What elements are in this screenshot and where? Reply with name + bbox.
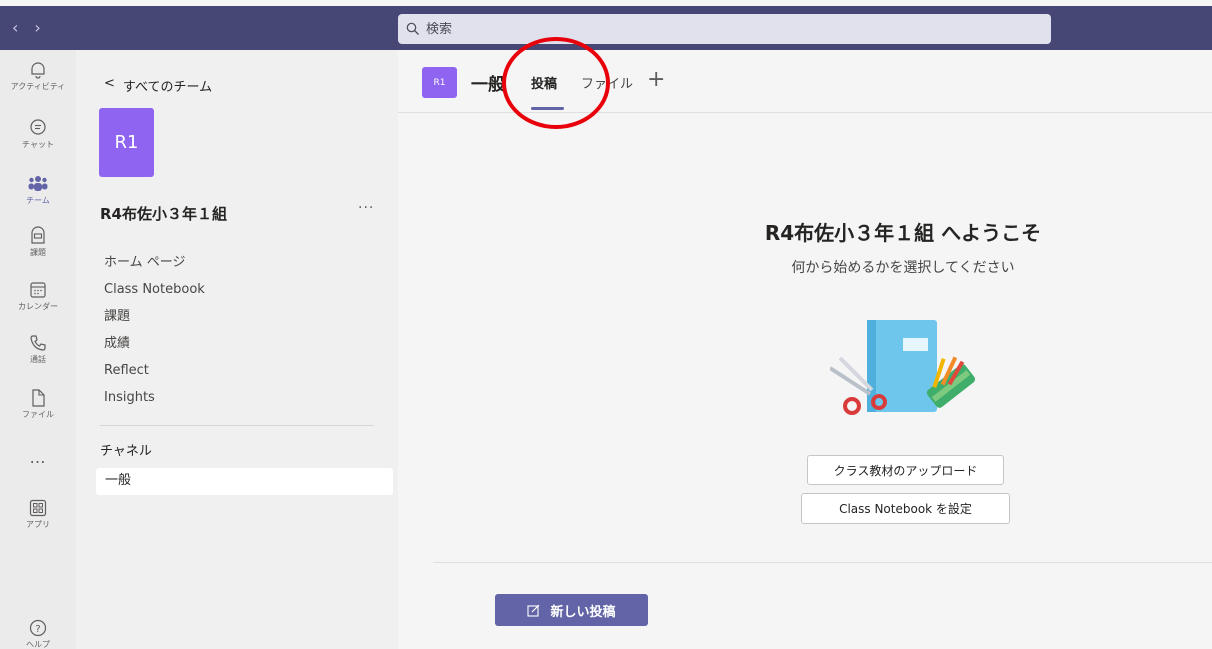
channel-item-general[interactable]: 一般 xyxy=(96,468,393,495)
file-icon xyxy=(32,389,45,407)
back-arrow-icon[interactable]: ‹ xyxy=(12,18,18,37)
divider xyxy=(433,562,1212,563)
rail-label: 通話 xyxy=(30,355,46,364)
more-icon: … xyxy=(29,448,47,467)
upload-materials-button[interactable]: クラス教材のアップロード xyxy=(807,455,1004,485)
history-nav: ‹ › xyxy=(12,18,41,37)
rail-item-apps[interactable]: アプリ xyxy=(0,498,76,530)
menu-item-assignments[interactable]: 課題 xyxy=(104,307,205,334)
welcome-subtitle: 何から始めるかを選択してください xyxy=(791,260,1015,276)
divider xyxy=(100,425,374,426)
rail-label: ファイル xyxy=(22,410,54,419)
rail-item-chat[interactable]: チャット xyxy=(0,118,76,150)
team-name: R4布佐小３年１組 xyxy=(100,205,227,223)
menu-item-reflect[interactable]: Reflect xyxy=(104,361,205,388)
rail-label: アクティビティ xyxy=(10,82,66,91)
bell-icon xyxy=(31,62,45,79)
title-bar: ‹ › xyxy=(0,6,1212,50)
channel-header: R1 一般 投稿 ファイル + xyxy=(398,37,1212,129)
team-more-options-icon[interactable]: ··· xyxy=(358,200,374,216)
setup-class-notebook-button[interactable]: Class Notebook を設定 xyxy=(801,493,1010,524)
rail-label: チャット xyxy=(22,140,54,149)
add-tab-icon[interactable]: + xyxy=(647,67,665,92)
class-materials-illustration xyxy=(830,320,976,415)
all-teams-label: すべてのチーム xyxy=(122,80,213,95)
rail-label: カレンダー xyxy=(18,302,58,311)
welcome-title: R4布佐小３年１組 へようこそ xyxy=(764,221,1042,245)
tab-posts[interactable]: 投稿 xyxy=(531,73,557,92)
menu-item-grades[interactable]: 成績 xyxy=(104,334,205,361)
team-panel: < すべてのチーム R1 R4布佐小３年１組 ··· ホーム ページ Class… xyxy=(76,50,398,649)
rail-item-calls[interactable]: 通話 xyxy=(0,333,76,365)
tab-files[interactable]: ファイル xyxy=(581,73,633,92)
rail-label: ヘルプ xyxy=(26,640,50,649)
menu-item-home[interactable]: ホーム ページ xyxy=(104,253,205,280)
rail-item-teams[interactable]: チーム xyxy=(0,174,76,206)
help-icon: ? xyxy=(29,619,47,637)
chevron-left-icon: < xyxy=(104,76,115,91)
teams-icon xyxy=(28,176,48,191)
app-rail: アクティビティ チャット チーム 課題 カレンダー 通話 ファイル … アプリ … xyxy=(0,50,76,649)
svg-text:?: ? xyxy=(35,624,40,635)
channel-name: 一般 xyxy=(471,75,505,95)
menu-item-class-notebook[interactable]: Class Notebook xyxy=(104,280,205,307)
active-tab-indicator xyxy=(531,107,564,110)
forward-arrow-icon[interactable]: › xyxy=(34,18,40,37)
main-content: R1 一般 投稿 ファイル + R4布佐小３年１組 へようこそ 何から始めるかを… xyxy=(398,37,1212,649)
phone-icon xyxy=(30,335,46,351)
search-box[interactable] xyxy=(398,14,1051,44)
rail-item-more[interactable]: … xyxy=(0,448,76,467)
rail-label: チーム xyxy=(26,196,50,205)
channel-avatar: R1 xyxy=(422,67,457,98)
team-menu: ホーム ページ Class Notebook 課題 成績 Reflect Ins… xyxy=(104,253,205,415)
calendar-icon xyxy=(30,282,46,298)
team-avatar: R1 xyxy=(99,108,154,177)
rail-item-help[interactable]: ? ヘルプ xyxy=(0,618,76,649)
rail-label: 課題 xyxy=(30,248,46,257)
chat-icon xyxy=(30,119,46,135)
new-post-label: 新しい投稿 xyxy=(550,603,616,619)
rail-label: アプリ xyxy=(26,520,50,529)
compose-icon xyxy=(527,604,540,617)
menu-item-insights[interactable]: Insights xyxy=(104,388,205,415)
rail-item-calendar[interactable]: カレンダー xyxy=(0,280,76,312)
apps-icon xyxy=(29,499,47,517)
search-input[interactable] xyxy=(426,21,1026,37)
rail-item-assignments[interactable]: 課題 xyxy=(0,224,76,258)
rail-item-files[interactable]: ファイル xyxy=(0,388,76,420)
all-teams-link[interactable]: < すべてのチーム xyxy=(104,76,212,95)
search-icon xyxy=(406,22,419,35)
assignments-icon xyxy=(31,226,45,244)
new-post-button[interactable]: 新しい投稿 xyxy=(495,594,648,626)
channels-heading: チャネル xyxy=(100,444,152,459)
rail-item-activity[interactable]: アクティビティ xyxy=(0,60,76,92)
